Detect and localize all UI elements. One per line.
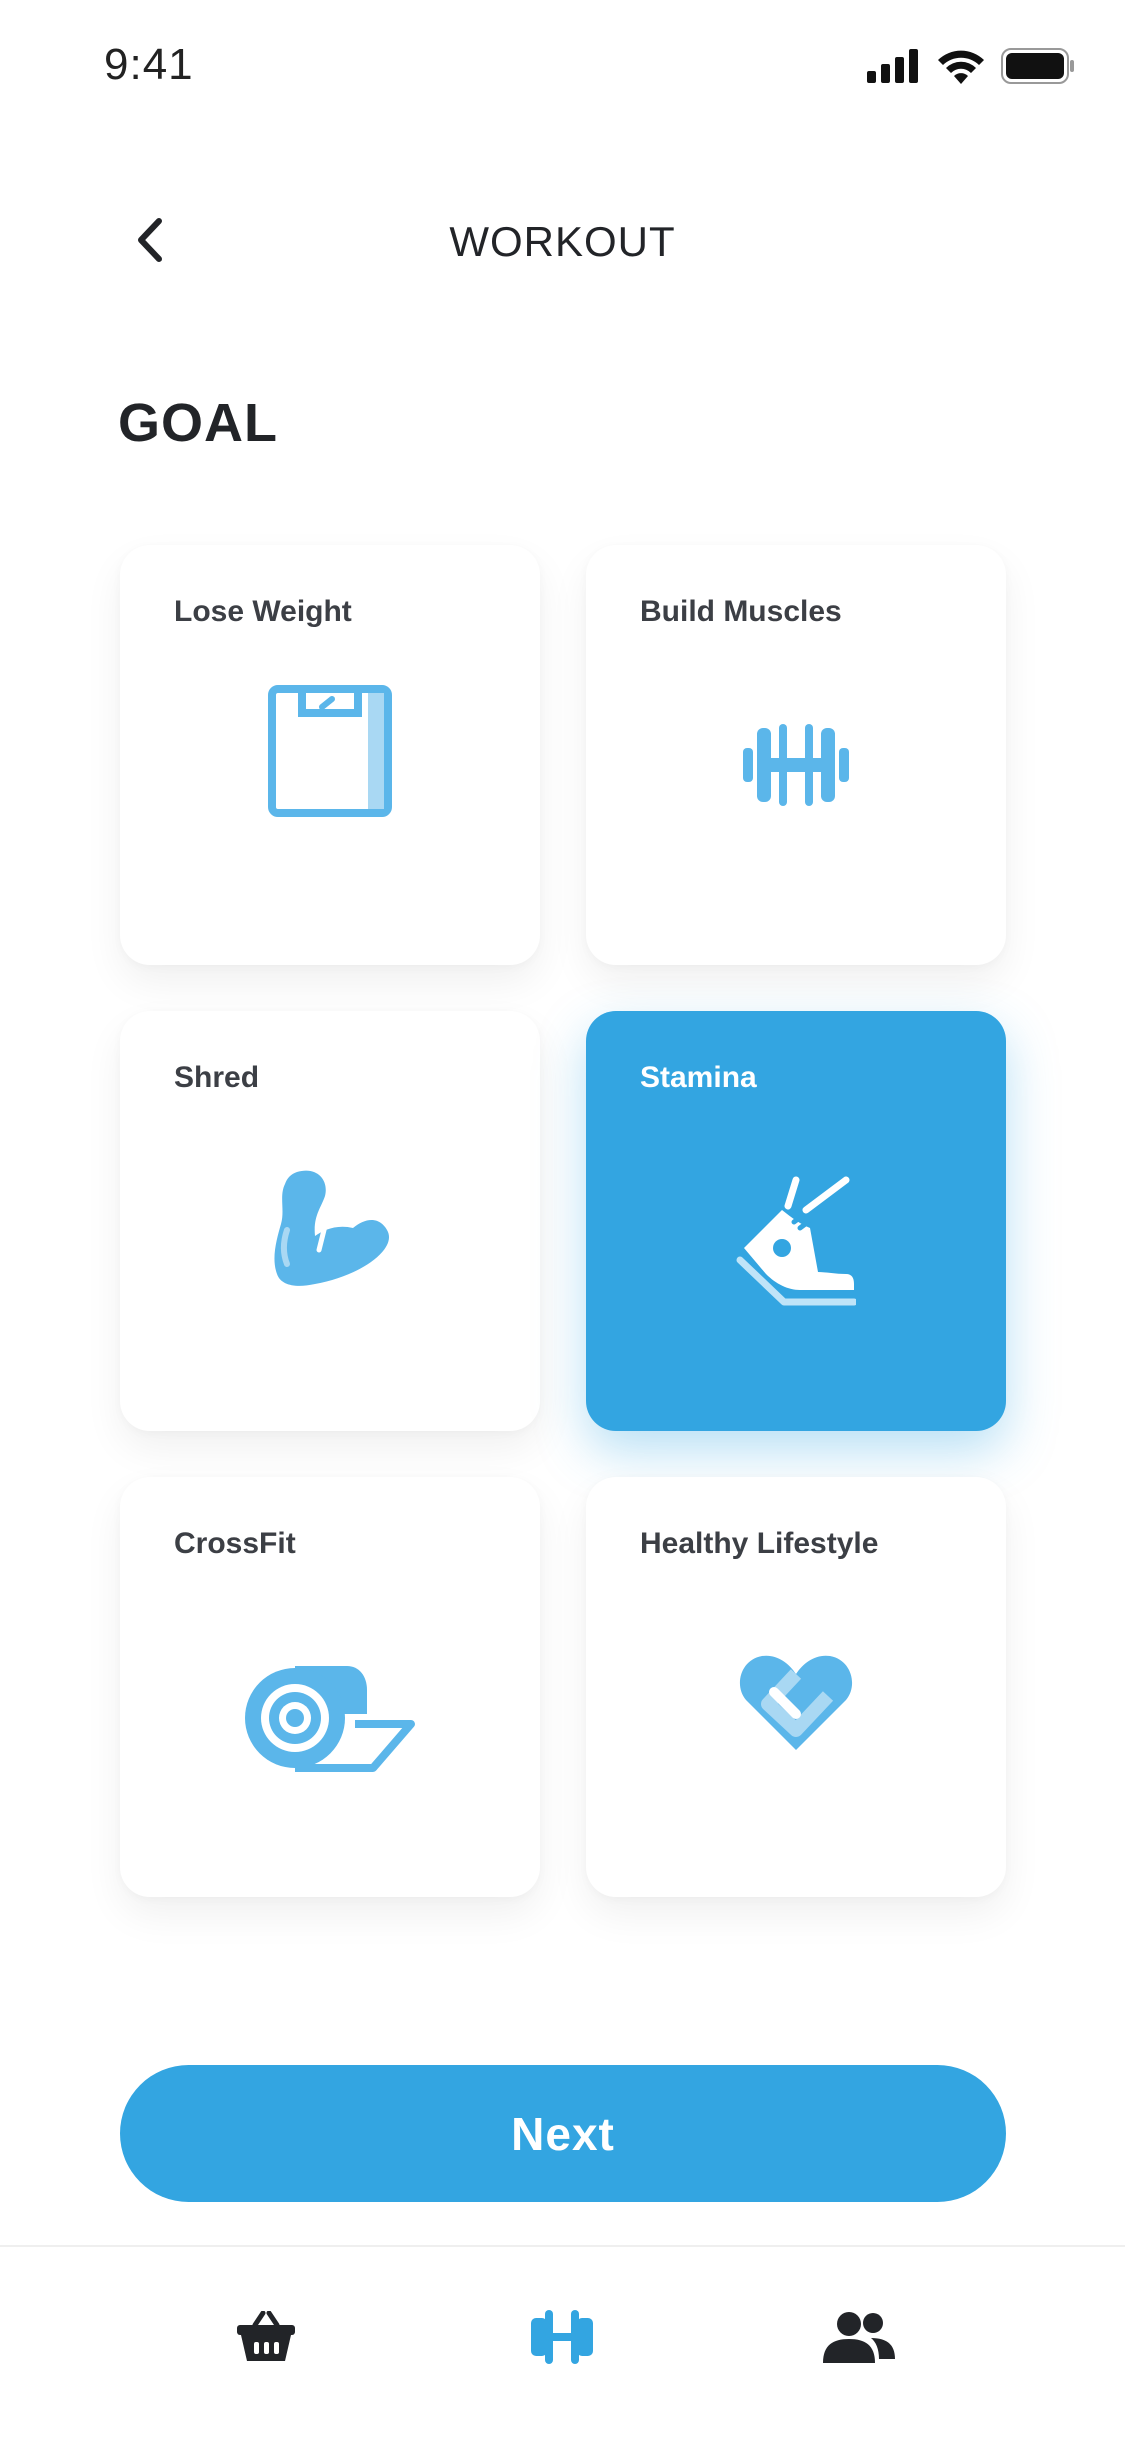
tab-community[interactable] <box>818 2297 898 2377</box>
goal-card-lose-weight[interactable]: Lose Weight <box>120 545 540 965</box>
goal-card-build-muscles[interactable]: Build Muscles <box>586 545 1006 965</box>
goal-label: Lose Weight <box>174 595 352 628</box>
yoga-mat-icon <box>245 1666 415 1772</box>
dumbbell-icon <box>531 2310 593 2364</box>
scale-icon <box>268 685 392 817</box>
community-icon <box>823 2312 895 2363</box>
section-title: GOAL <box>118 393 278 453</box>
goal-card-shred[interactable]: Shred <box>120 1011 540 1431</box>
heart-icon <box>739 1655 853 1750</box>
goal-card-stamina[interactable]: Stamina <box>586 1011 1006 1431</box>
status-time: 9:41 <box>104 40 194 89</box>
page-title: WORKOUT <box>449 218 676 265</box>
goal-label: Stamina <box>640 1061 757 1094</box>
signal-icon <box>867 49 918 83</box>
goal-card-healthy-lifestyle[interactable]: Healthy Lifestyle <box>586 1477 1006 1897</box>
goal-label: Shred <box>174 1061 260 1094</box>
running-shoe-icon <box>736 1176 856 1306</box>
battery-icon <box>1001 48 1074 84</box>
dumbbell-icon <box>743 724 849 806</box>
goal-card-crossfit[interactable]: CrossFit <box>120 1477 540 1897</box>
tab-bar <box>0 2245 1125 2438</box>
status-icons <box>867 48 1075 84</box>
header: WORKOUT <box>0 190 1125 290</box>
tab-workout[interactable] <box>522 2297 602 2377</box>
wifi-icon <box>938 50 984 84</box>
status-bar: 9:41 <box>0 0 1125 140</box>
goal-label: Healthy Lifestyle <box>640 1527 879 1560</box>
shop-basket-icon <box>237 2311 295 2361</box>
tab-shop[interactable] <box>226 2297 306 2377</box>
next-button[interactable]: Next <box>120 2065 1006 2202</box>
goal-label: CrossFit <box>174 1527 296 1560</box>
flexed-arm-icon <box>274 1170 390 1286</box>
goal-label: Build Muscles <box>640 595 842 628</box>
